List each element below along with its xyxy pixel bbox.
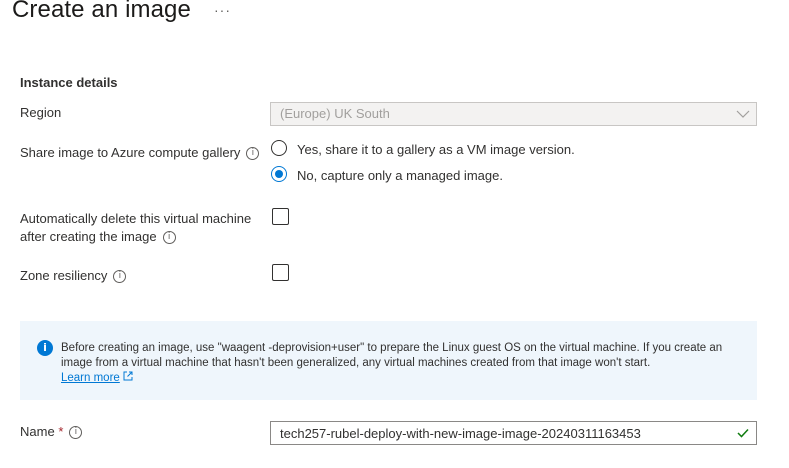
- auto-delete-label-line2: after creating the image: [20, 229, 157, 244]
- info-banner: i Before creating an image, use "waagent…: [20, 321, 757, 400]
- zone-resiliency-checkbox[interactable]: [272, 264, 289, 281]
- info-icon[interactable]: i: [246, 147, 260, 161]
- info-icon[interactable]: i: [69, 426, 83, 440]
- info-circle-icon: i: [37, 340, 53, 356]
- share-no-label: No, capture only a managed image.: [297, 168, 503, 183]
- region-dropdown[interactable]: (Europe) UK South: [270, 102, 757, 126]
- section-heading: Instance details: [20, 75, 118, 90]
- share-yes-label: Yes, share it to a gallery as a VM image…: [297, 142, 575, 157]
- share-yes-radio[interactable]: [271, 140, 287, 156]
- page-title: Create an image: [12, 0, 191, 23]
- checkmark-icon: [736, 426, 750, 445]
- info-icon[interactable]: i: [113, 270, 127, 284]
- name-input[interactable]: [271, 422, 730, 444]
- more-options-button[interactable]: ···: [214, 2, 231, 18]
- auto-delete-label-line1: Automatically delete this virtual machin…: [20, 211, 252, 226]
- name-label-row: Name * i: [20, 423, 83, 441]
- zone-label: Zone resiliency: [20, 268, 108, 283]
- share-gallery-label: Share image to Azure compute gallery: [20, 145, 241, 160]
- info-message: Before creating an image, use "waagent -…: [61, 342, 723, 369]
- learn-more-link[interactable]: Learn more: [61, 372, 120, 384]
- zone-label-row: Zone resiliency i: [20, 267, 127, 285]
- region-value: (Europe) UK South: [280, 106, 390, 121]
- share-no-radio[interactable]: [271, 166, 287, 182]
- info-banner-text: Before creating an image, use "waagent -…: [61, 341, 751, 386]
- external-link-icon: [123, 371, 133, 384]
- name-label: Name: [20, 424, 55, 439]
- auto-delete-label-row: Automatically delete this virtual machin…: [20, 210, 251, 246]
- chevron-down-icon: [736, 107, 750, 126]
- required-indicator: *: [58, 424, 64, 439]
- name-field[interactable]: [270, 421, 757, 445]
- region-label: Region: [20, 105, 62, 120]
- info-icon[interactable]: i: [162, 231, 176, 245]
- share-gallery-label-row: Share image to Azure compute gallery i: [20, 144, 260, 162]
- auto-delete-checkbox[interactable]: [272, 208, 289, 225]
